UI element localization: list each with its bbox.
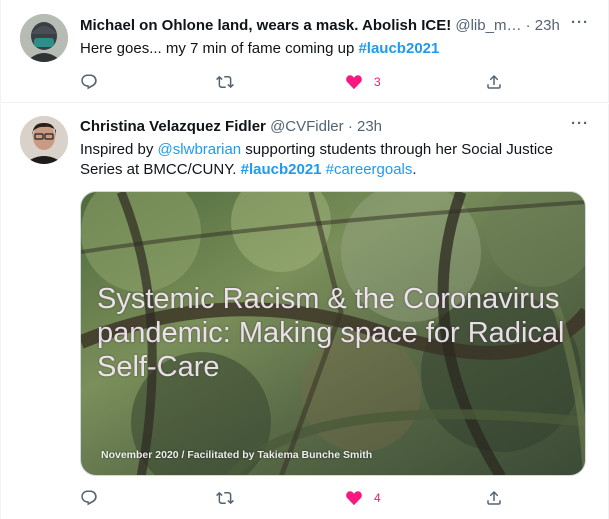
reply-icon bbox=[81, 74, 97, 90]
mention-link[interactable]: @slwbrarian bbox=[158, 141, 242, 158]
tweet-text-body: Here goes... my 7 min of fame coming up bbox=[80, 40, 359, 57]
avatar[interactable] bbox=[20, 116, 68, 164]
hashtag-link[interactable]: #laucb2021 bbox=[241, 161, 322, 178]
hashtag-link[interactable]: #laucb2021 bbox=[358, 40, 439, 57]
timestamp[interactable]: 23h bbox=[357, 118, 382, 135]
retweet-button[interactable] bbox=[216, 72, 234, 92]
share-button[interactable] bbox=[485, 72, 503, 92]
more-icon[interactable]: ··· bbox=[568, 14, 592, 34]
retweet-button[interactable] bbox=[216, 488, 234, 508]
retweet-icon bbox=[216, 491, 234, 505]
tweet-text: Inspired by @slwbrarian supporting stude… bbox=[80, 140, 592, 180]
like-button[interactable]: 4 bbox=[345, 488, 381, 508]
image-title-text: Systemic Racism & the Coronavirus pandem… bbox=[97, 283, 565, 383]
author-name[interactable]: Christina Velazquez Fidler bbox=[80, 118, 266, 135]
like-count: 4 bbox=[374, 491, 381, 505]
tweet[interactable]: Michael on Ohlone land, wears a mask. Ab… bbox=[0, 0, 609, 103]
avatar[interactable] bbox=[20, 14, 68, 62]
heart-filled-icon bbox=[346, 75, 362, 90]
share-icon bbox=[487, 74, 501, 89]
action-bar: 3 bbox=[80, 72, 516, 92]
share-icon bbox=[487, 490, 501, 505]
share-button[interactable] bbox=[485, 488, 503, 508]
tweet-header: Christina Velazquez Fidler @CVFidler · 2… bbox=[80, 118, 568, 138]
separator: · bbox=[525, 17, 531, 34]
author-name[interactable]: Michael on Ohlone land, wears a mask. Ab… bbox=[80, 17, 451, 34]
tweet-image[interactable]: Systemic Racism & the Coronavirus pandem… bbox=[80, 191, 586, 476]
tweet-text-body: Inspired by bbox=[80, 141, 158, 158]
author-handle[interactable]: @lib_m… bbox=[455, 17, 521, 34]
reply-button[interactable] bbox=[80, 72, 98, 92]
reply-icon bbox=[81, 490, 97, 506]
more-icon[interactable]: ··· bbox=[568, 115, 592, 135]
retweet-icon bbox=[216, 75, 234, 89]
like-count: 3 bbox=[374, 75, 381, 89]
separator: · bbox=[347, 118, 353, 135]
tweet[interactable]: Christina Velazquez Fidler @CVFidler · 2… bbox=[0, 104, 609, 519]
reply-button[interactable] bbox=[80, 488, 98, 508]
author-handle[interactable]: @CVFidler bbox=[270, 118, 344, 135]
tweet-header: Michael on Ohlone land, wears a mask. Ab… bbox=[80, 17, 568, 37]
hashtag-link[interactable]: #careergoals bbox=[326, 161, 413, 178]
action-bar: 4 bbox=[80, 488, 516, 508]
image-caption-text: November 2020 / Facilitated by Takiema B… bbox=[101, 449, 373, 461]
timestamp[interactable]: 23h bbox=[535, 17, 560, 34]
like-button[interactable]: 3 bbox=[345, 72, 381, 92]
heart-filled-icon bbox=[346, 491, 362, 506]
tweet-text: Here goes... my 7 min of fame coming up … bbox=[80, 39, 592, 59]
tweet-text-body: . bbox=[412, 161, 417, 178]
